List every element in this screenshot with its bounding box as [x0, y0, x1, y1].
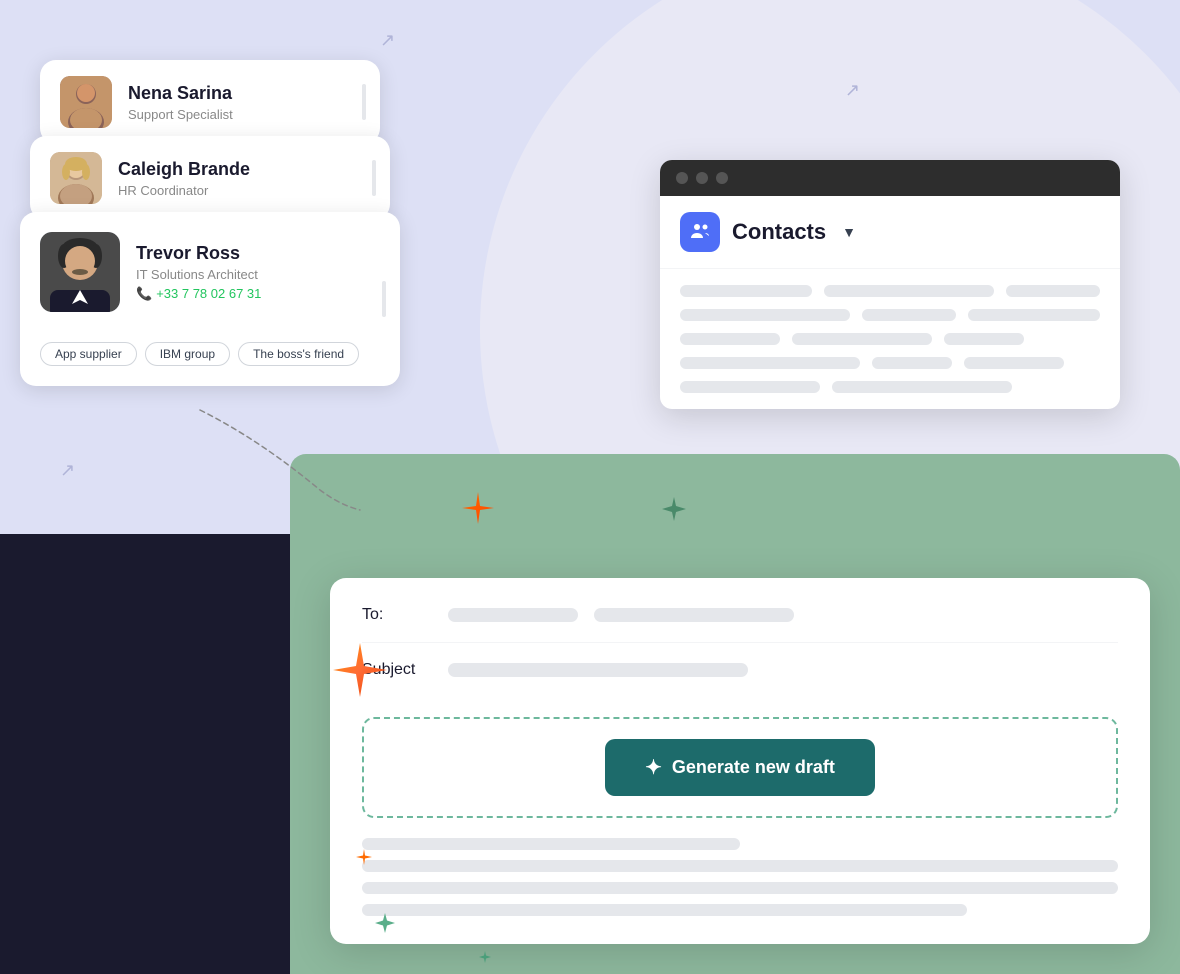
scroll-handle-3: [382, 281, 386, 317]
background-bottom-left: [0, 534, 310, 974]
tag-app-supplier[interactable]: App supplier: [40, 342, 137, 366]
row-block: [944, 333, 1024, 345]
generate-btn-container: ✦ Generate new draft: [362, 717, 1118, 818]
tag-ibm-group[interactable]: IBM group: [145, 342, 230, 366]
titlebar-dot-3: [716, 172, 728, 184]
sparkle-green-small: [478, 950, 492, 969]
subject-value: [448, 663, 748, 677]
panel-row-3: [680, 333, 1100, 345]
panel-row-5: [680, 381, 1100, 393]
phone-icon: 📞: [136, 286, 152, 302]
row-block: [968, 309, 1100, 321]
contact-info-trevor: Trevor Ross IT Solutions Architect 📞 +33…: [136, 243, 261, 302]
generate-new-draft-button[interactable]: ✦ Generate new draft: [605, 739, 875, 796]
body-row-1: [362, 838, 740, 850]
contact-info-nena: Nena Sarina Support Specialist: [128, 83, 233, 122]
contact-card-caleigh[interactable]: Caleigh Brande HR Coordinator: [30, 136, 390, 220]
contact-phone-trevor: 📞 +33 7 78 02 67 31: [136, 286, 261, 302]
sparkle-green-medium: [374, 912, 396, 939]
contact-card-trevor[interactable]: Trevor Ross IT Solutions Architect 📞 +33…: [20, 212, 400, 386]
panel-header: Contacts ▼: [660, 196, 1120, 269]
panel-titlebar: [660, 160, 1120, 196]
panel-rows: [660, 269, 1120, 409]
email-body-rows: [362, 838, 1118, 916]
body-row-2: [362, 860, 1118, 872]
avatar-trevor: [40, 232, 120, 312]
email-subject-row: Subject: [362, 661, 1118, 697]
sparkle-orange-medium: [330, 640, 390, 705]
contact-role-nena: Support Specialist: [128, 107, 233, 122]
email-compose-panel: To: Subject ✦ Generate new draft: [330, 578, 1150, 944]
contact-info-caleigh: Caleigh Brande HR Coordinator: [118, 159, 250, 198]
contacts-panel: Contacts ▼: [660, 160, 1120, 409]
row-block: [872, 357, 952, 369]
tags-row-trevor: App supplier IBM group The boss's friend: [40, 342, 359, 366]
panel-row-1: [680, 285, 1100, 297]
generate-btn-label: Generate new draft: [672, 757, 835, 778]
contact-name-caleigh: Caleigh Brande: [118, 159, 250, 180]
titlebar-dot-1: [676, 172, 688, 184]
row-block: [862, 309, 956, 321]
dashed-connector: [180, 400, 380, 520]
to-value-1: [448, 608, 578, 622]
body-row-3: [362, 882, 1118, 894]
deco-arrow-1: ↗: [380, 30, 395, 51]
avatar-nena: [60, 76, 112, 128]
contact-name-nena: Nena Sarina: [128, 83, 233, 104]
to-label: To:: [362, 606, 432, 624]
sparkle-orange-large: [460, 490, 496, 534]
body-row-4: [362, 904, 967, 916]
row-block: [824, 285, 994, 297]
contact-role-trevor: IT Solutions Architect: [136, 267, 261, 282]
cards-container: Nena Sarina Support Specialist Caleigh B…: [20, 60, 400, 386]
panel-row-4: [680, 357, 1100, 369]
titlebar-dot-2: [696, 172, 708, 184]
tag-boss-friend[interactable]: The boss's friend: [238, 342, 359, 366]
email-to-row: To:: [362, 606, 1118, 643]
contact-name-trevor: Trevor Ross: [136, 243, 261, 264]
row-block: [680, 309, 850, 321]
scroll-handle-2: [372, 160, 376, 196]
row-block: [964, 357, 1064, 369]
sparkle-btn-icon: ✦: [645, 755, 662, 780]
row-block: [680, 381, 820, 393]
contacts-app-icon: [680, 212, 720, 252]
deco-arrow-3: ↗: [60, 460, 75, 481]
avatar-caleigh: [50, 152, 102, 204]
row-block: [680, 333, 780, 345]
sparkle-orange-small: [355, 848, 373, 871]
sparkle-green-large: [660, 495, 688, 528]
contact-role-caleigh: HR Coordinator: [118, 183, 250, 198]
row-block: [1006, 285, 1100, 297]
panel-row-2: [680, 309, 1100, 321]
row-block: [680, 285, 812, 297]
scroll-handle-1: [362, 84, 366, 120]
card-trevor-top: Trevor Ross IT Solutions Architect 📞 +33…: [40, 232, 380, 312]
row-block: [832, 381, 1012, 393]
to-value-2: [594, 608, 794, 622]
row-block: [680, 357, 860, 369]
deco-arrow-2: ↗: [845, 80, 860, 101]
panel-title: Contacts: [732, 219, 826, 245]
contact-card-nena[interactable]: Nena Sarina Support Specialist: [40, 60, 380, 144]
row-block: [792, 333, 932, 345]
chevron-down-icon[interactable]: ▼: [842, 224, 856, 240]
